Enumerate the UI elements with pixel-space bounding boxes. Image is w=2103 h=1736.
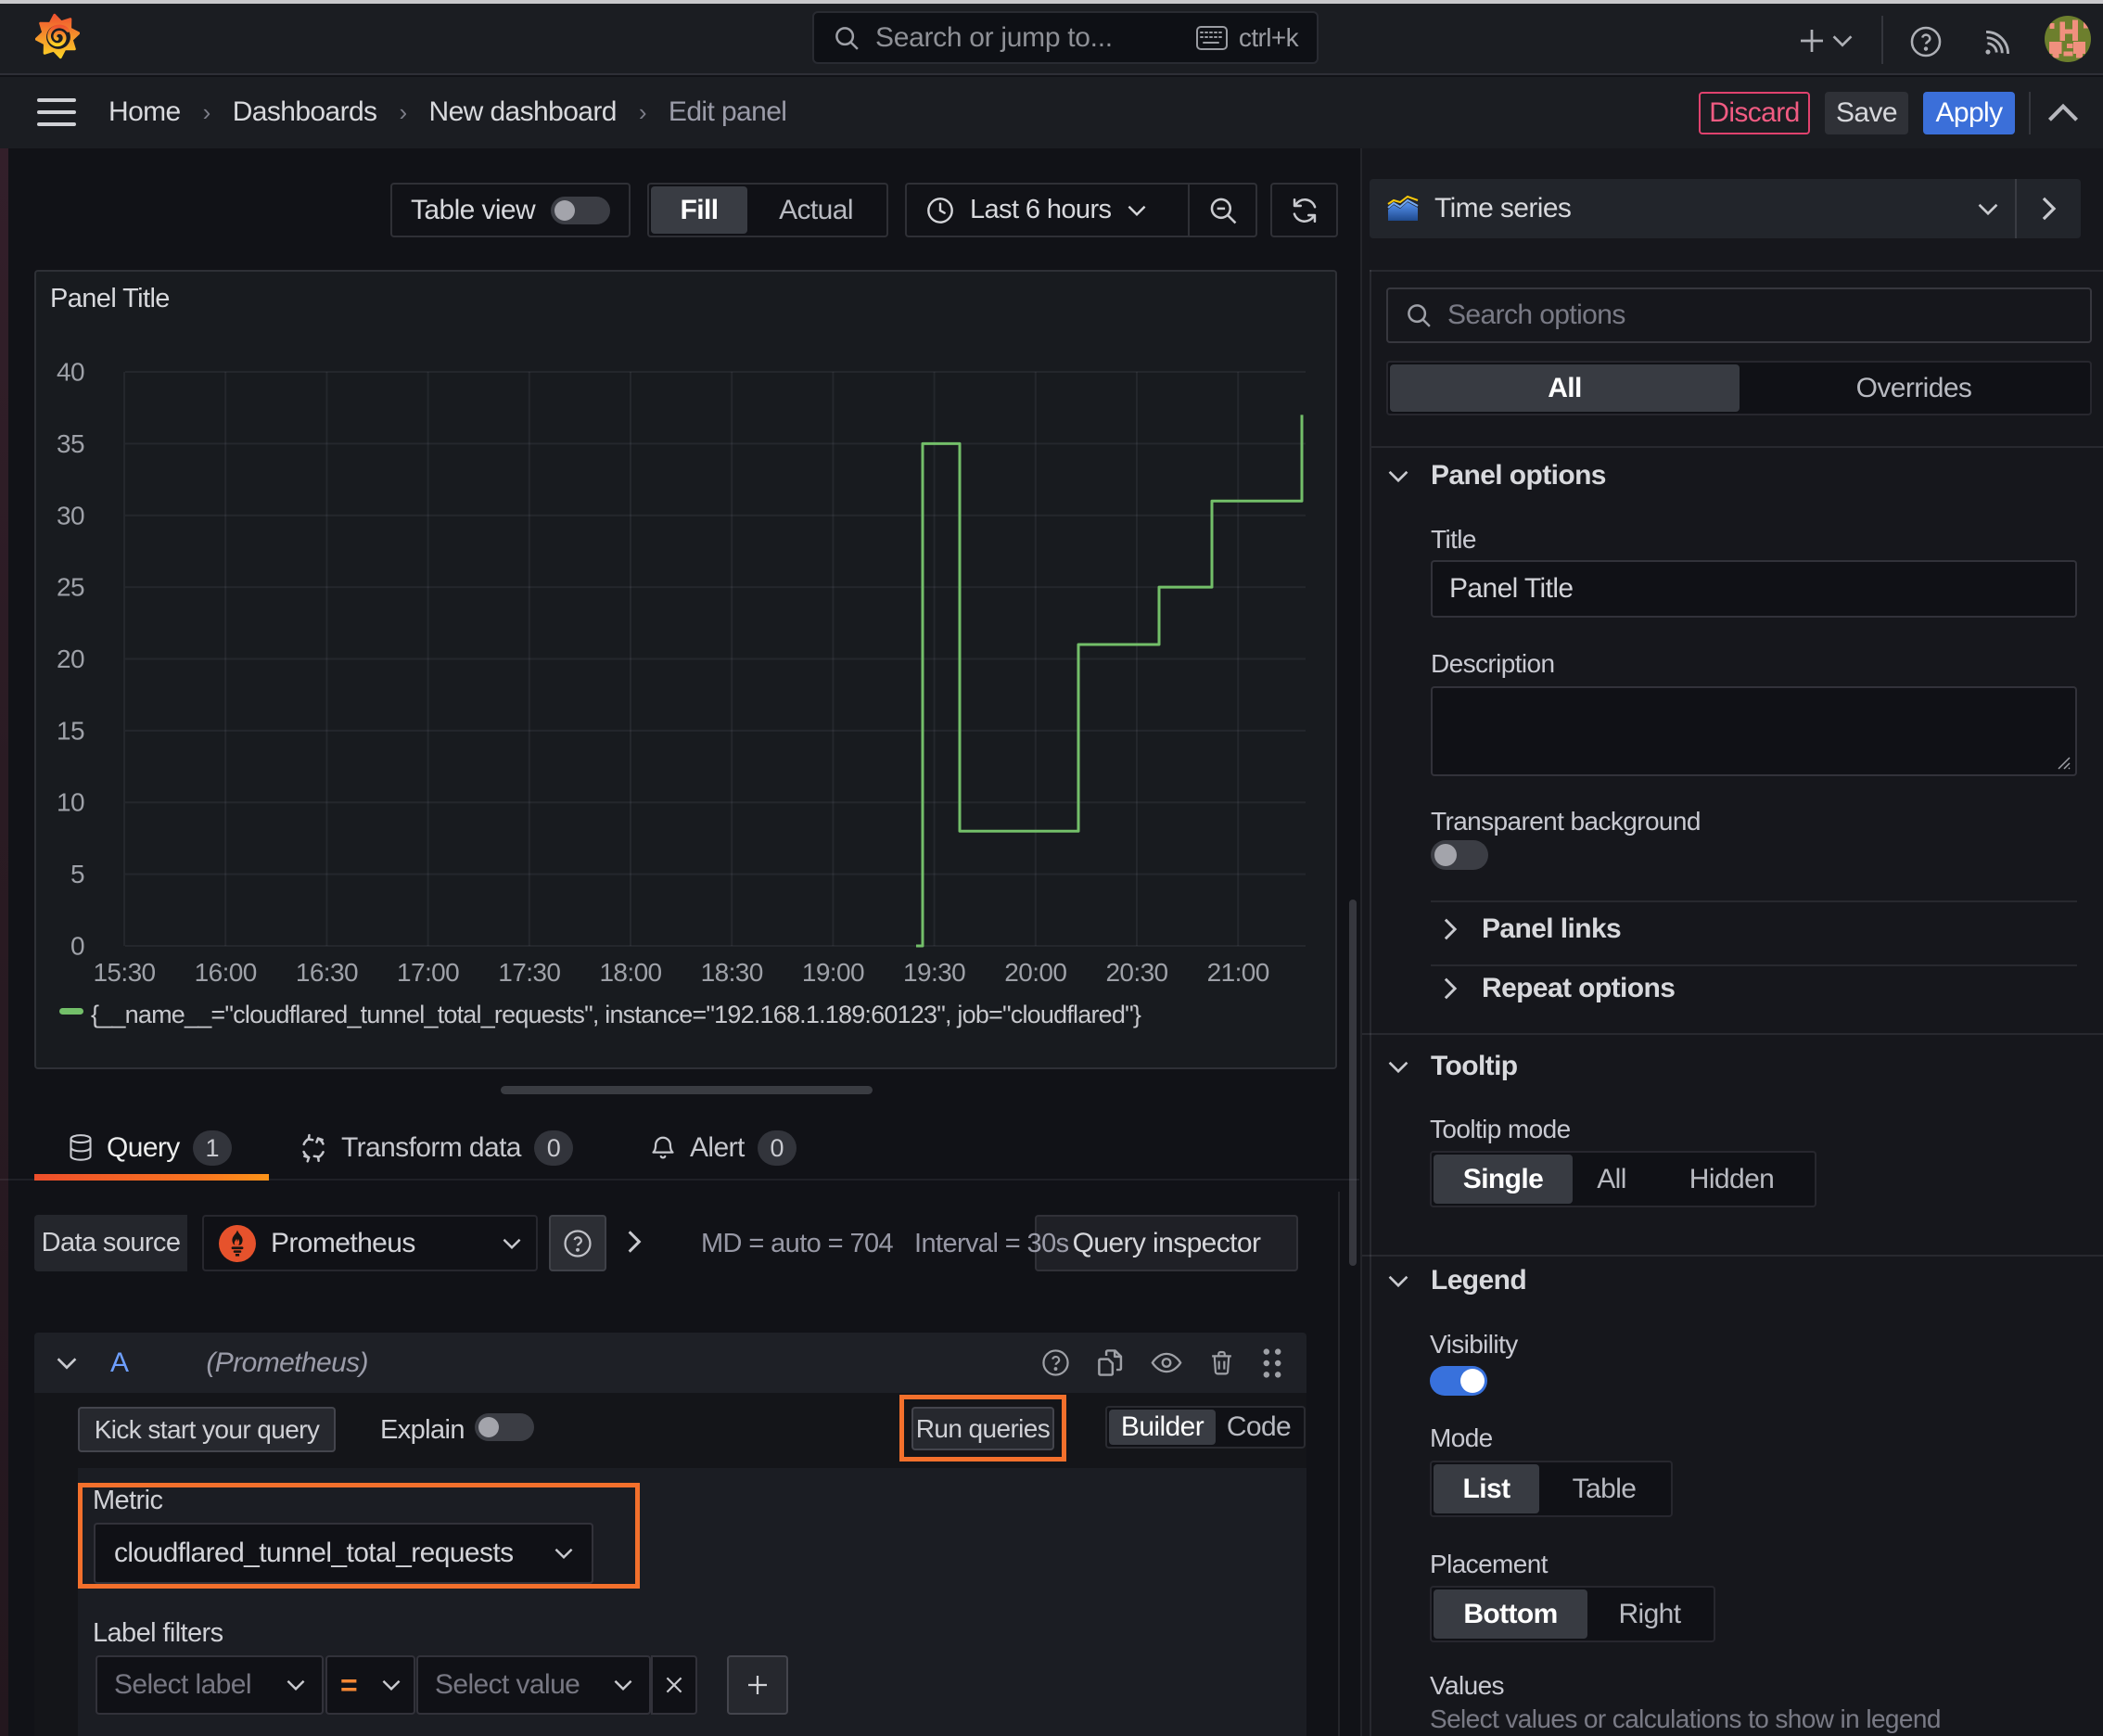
svg-text:16:00: 16:00 [195, 958, 257, 987]
svg-text:30: 30 [57, 501, 84, 530]
svg-text:25: 25 [57, 573, 84, 602]
svg-text:16:30: 16:30 [296, 958, 358, 987]
svg-text:0: 0 [70, 932, 84, 961]
svg-text:17:30: 17:30 [498, 958, 560, 987]
svg-text:35: 35 [57, 429, 84, 458]
svg-text:10: 10 [57, 788, 84, 817]
svg-text:5: 5 [70, 860, 84, 888]
svg-text:19:00: 19:00 [802, 958, 864, 987]
svg-text:21:00: 21:00 [1207, 958, 1269, 987]
svg-text:18:00: 18:00 [599, 958, 661, 987]
svg-text:18:30: 18:30 [701, 958, 763, 987]
svg-text:15:30: 15:30 [93, 958, 155, 987]
svg-text:19:30: 19:30 [903, 958, 965, 987]
svg-text:40: 40 [57, 358, 84, 387]
svg-text:17:00: 17:00 [397, 958, 459, 987]
svg-text:15: 15 [57, 716, 84, 745]
svg-text:20:30: 20:30 [1105, 958, 1167, 987]
svg-text:20: 20 [57, 645, 84, 673]
svg-text:20:00: 20:00 [1004, 958, 1066, 987]
